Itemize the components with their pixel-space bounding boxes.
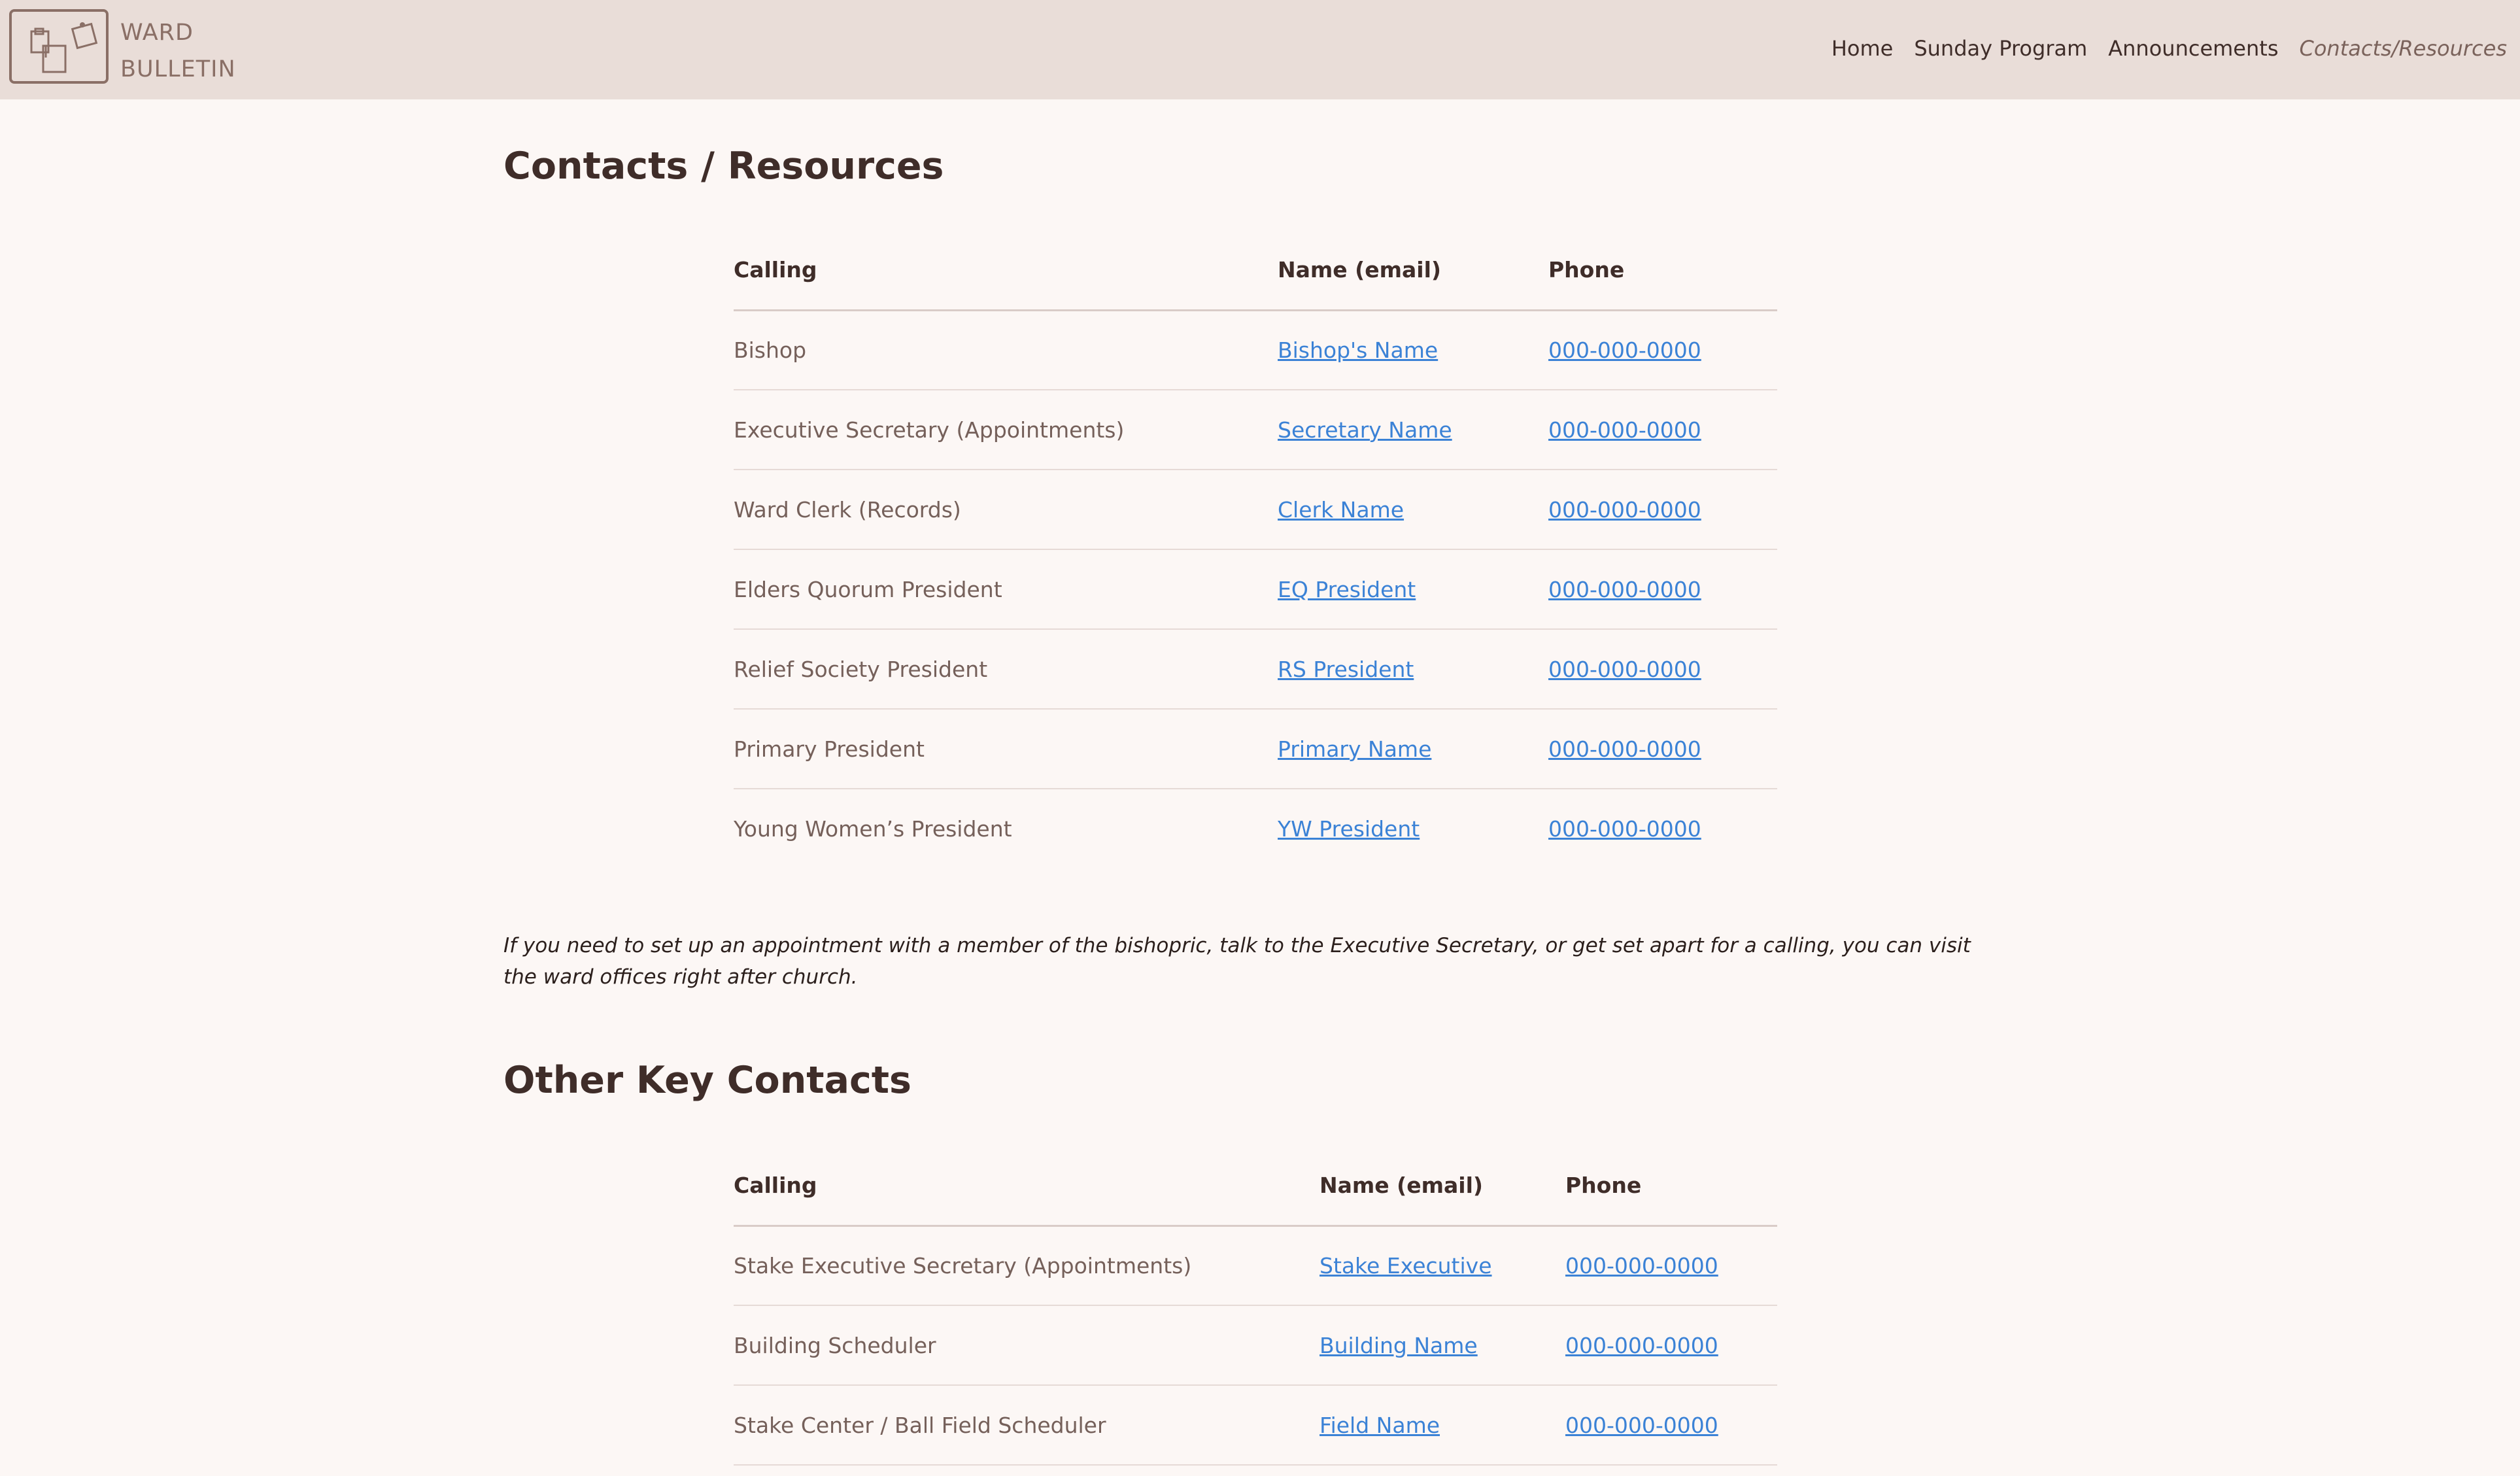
table-row: Stake Center / Ball Field Scheduler Fiel…: [734, 1385, 1777, 1466]
calling-cell: Ward Clerk (Records): [734, 470, 1278, 550]
phone-link[interactable]: 000-000-0000: [1565, 1333, 1718, 1358]
calling-cell: Stake Executive Secretary (Appointments): [734, 1226, 1320, 1306]
appointment-note: If you need to set up an appointment wit…: [503, 934, 1971, 989]
phone-link[interactable]: 000-000-0000: [1548, 736, 1701, 762]
email-link[interactable]: Building Name: [1320, 1333, 1478, 1358]
nav-home[interactable]: Home: [1831, 33, 1894, 64]
email-link[interactable]: RS President: [1278, 657, 1414, 682]
phone-cell: 000-000-0000: [1548, 629, 1777, 710]
other-contacts-table: Calling Name (email) Phone Stake Executi…: [734, 1146, 1777, 1466]
brand-line-2: BULLETIN: [120, 56, 236, 82]
name-cell: RS President: [1278, 629, 1548, 710]
table-header-row: Calling Name (email) Phone: [734, 1146, 1777, 1227]
table-row: Young Women’s President YW President 000…: [734, 789, 1777, 868]
table-row: Bishop Bishop's Name 000-000-0000: [734, 310, 1777, 390]
table-row: Stake Executive Secretary (Appointments)…: [734, 1226, 1777, 1306]
table-row: Ward Clerk (Records) Clerk Name 000-000-…: [734, 470, 1777, 550]
phone-cell: 000-000-0000: [1565, 1305, 1777, 1386]
phone-link[interactable]: 000-000-0000: [1548, 337, 1701, 363]
name-cell: EQ President: [1278, 549, 1548, 630]
brand-title[interactable]: WARD BULLETIN: [120, 14, 236, 88]
page-title: Contacts / Resources: [503, 145, 944, 188]
name-cell: Building Name: [1320, 1305, 1565, 1386]
brand-line-1: WARD: [120, 20, 194, 46]
phone-cell: 000-000-0000: [1548, 390, 1777, 470]
calling-cell: Young Women’s President: [734, 816, 1012, 842]
name-cell: Secretary Name: [1278, 390, 1548, 470]
table-row: Relief Society President RS President 00…: [734, 629, 1777, 710]
email-link[interactable]: Stake Executive: [1320, 1253, 1492, 1279]
phone-cell: 000-000-0000: [1548, 310, 1777, 390]
column-header-phone: Phone: [1565, 1146, 1777, 1227]
phone-link[interactable]: 000-000-0000: [1565, 1253, 1718, 1279]
phone-link[interactable]: 000-000-0000: [1548, 417, 1701, 443]
column-header-calling: Calling: [734, 1146, 1320, 1227]
nav-sunday-program[interactable]: Sunday Program: [1914, 33, 2087, 64]
name-cell: Clerk Name: [1278, 470, 1548, 550]
phone-link[interactable]: 000-000-0000: [1548, 816, 1701, 842]
calling-cell: Primary President: [734, 709, 1278, 789]
name-cell: YW President: [1278, 789, 1548, 868]
bulletin-board-icon[interactable]: [9, 9, 109, 84]
phone-link[interactable]: 000-000-0000: [1548, 577, 1701, 602]
calling-cell: Stake Center / Ball Field Scheduler: [734, 1385, 1320, 1466]
table-row: Elders Quorum President EQ President 000…: [734, 549, 1777, 630]
table-row: Executive Secretary (Appointments) Secre…: [734, 390, 1777, 470]
phone-cell: 000-000-0000: [1565, 1385, 1777, 1466]
phone-cell: 000-000-0000: [1548, 709, 1777, 789]
email-link[interactable]: Field Name: [1320, 1413, 1440, 1438]
phone-link[interactable]: 000-000-0000: [1548, 657, 1701, 682]
column-header-phone: Phone: [1548, 230, 1777, 311]
phone-cell: 000-000-0000: [1548, 549, 1777, 630]
contacts-table: Calling Name (email) Phone Bishop Bishop…: [734, 230, 1777, 868]
phone-cell: 000-000-0000: [1548, 789, 1777, 868]
email-link[interactable]: Secretary Name: [1278, 417, 1452, 443]
email-link[interactable]: Primary Name: [1278, 736, 1431, 762]
name-cell: Stake Executive: [1320, 1226, 1565, 1306]
email-link[interactable]: YW President: [1278, 816, 1420, 842]
name-cell: Field Name: [1320, 1385, 1565, 1466]
name-cell: Bishop's Name: [1278, 310, 1548, 390]
table-header-row: Calling Name (email) Phone: [734, 230, 1777, 311]
nav-contacts-resources[interactable]: Contacts/Resources: [2299, 33, 2507, 64]
main-nav: Home Sunday Program Announcements Contac…: [1831, 33, 2507, 64]
email-link[interactable]: Bishop's Name: [1278, 337, 1438, 363]
name-cell: Primary Name: [1278, 709, 1548, 789]
calling-cell: Executive Secretary (Appointments): [734, 390, 1278, 470]
table-row: Building Scheduler Building Name 000-000…: [734, 1305, 1777, 1386]
column-header-name: Name (email): [1320, 1146, 1565, 1227]
phone-cell: 000-000-0000: [1565, 1226, 1777, 1306]
column-header-name: Name (email): [1278, 230, 1548, 311]
phone-link[interactable]: 000-000-0000: [1565, 1413, 1718, 1438]
table-row: Primary President Primary Name 000-000-0…: [734, 709, 1777, 789]
phone-link[interactable]: 000-000-0000: [1548, 497, 1701, 523]
email-link[interactable]: Clerk Name: [1278, 497, 1404, 523]
column-header-calling: Calling: [734, 230, 1278, 311]
email-link[interactable]: EQ President: [1278, 577, 1416, 602]
calling-cell: Relief Society President: [734, 629, 1278, 710]
calling-cell: Elders Quorum President: [734, 549, 1278, 630]
other-contacts-title: Other Key Contacts: [503, 1059, 911, 1102]
calling-cell: Bishop: [734, 310, 1278, 390]
calling-cell: Building Scheduler: [734, 1305, 1320, 1386]
phone-cell: 000-000-0000: [1548, 470, 1777, 550]
site-header: WARD BULLETIN Home Sunday Program Announ…: [0, 0, 2520, 99]
nav-announcements[interactable]: Announcements: [2108, 33, 2278, 64]
